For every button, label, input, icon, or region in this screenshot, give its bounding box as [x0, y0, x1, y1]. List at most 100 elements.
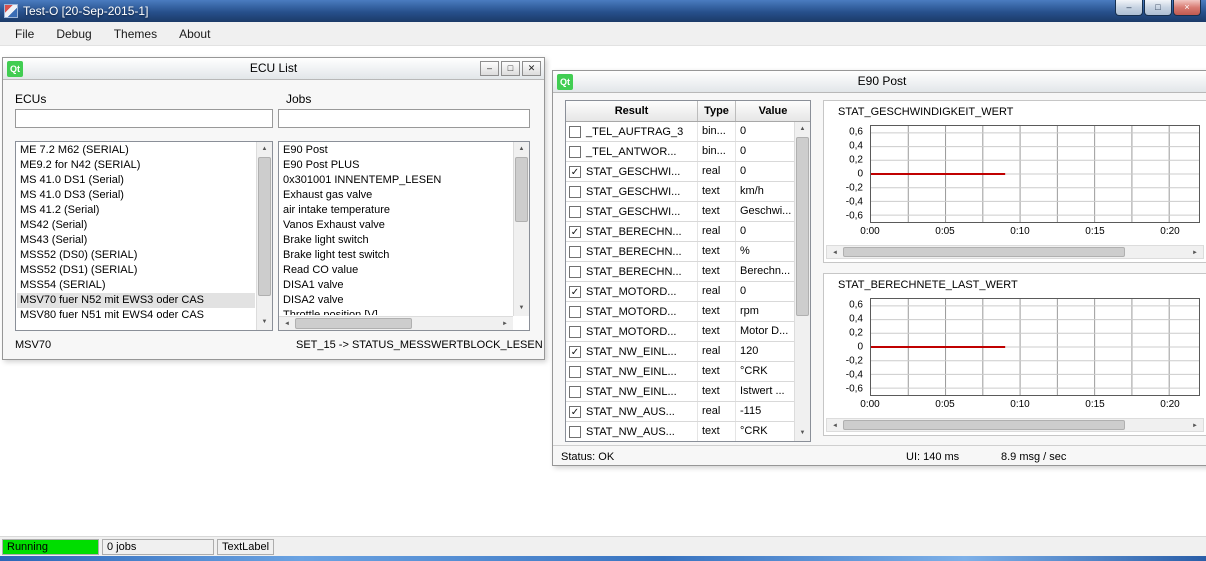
result-row[interactable]: STAT_NW_EINL...textIstwert ...: [566, 382, 794, 402]
result-row[interactable]: _TEL_ANTWOR...bin...0: [566, 142, 794, 162]
job-list-item[interactable]: DISA2 valve: [280, 293, 512, 308]
job-list-item[interactable]: Throttle position [V]: [280, 308, 512, 315]
scroll-track[interactable]: [514, 157, 529, 301]
ecu-list-item[interactable]: MSS52 (DS1) (SERIAL): [17, 263, 255, 278]
scroll-down-icon[interactable]: ▼: [514, 301, 529, 316]
ecu-list-item[interactable]: MS 41.2 (Serial): [17, 203, 255, 218]
maximize-button[interactable]: □: [1144, 0, 1172, 16]
ecu-minimize-button[interactable]: –: [480, 61, 499, 76]
job-list-item[interactable]: 0x301001 INNENTEMP_LESEN: [280, 173, 512, 188]
scroll-up-icon[interactable]: ▲: [514, 142, 529, 157]
scroll-up-icon[interactable]: ▲: [257, 142, 272, 157]
chart-hscrollbar[interactable]: ◄ ►: [826, 418, 1204, 432]
scroll-right-icon[interactable]: ►: [1187, 246, 1203, 260]
ecu-list-item[interactable]: MS42 (Serial): [17, 218, 255, 233]
job-list-item[interactable]: Vanos Exhaust valve: [280, 218, 512, 233]
scroll-left-icon[interactable]: ◄: [827, 246, 843, 260]
scroll-down-icon[interactable]: ▼: [257, 315, 272, 330]
scroll-thumb[interactable]: [295, 318, 412, 329]
header-result[interactable]: Result: [566, 101, 698, 121]
checkbox-checked[interactable]: ✓: [569, 406, 581, 418]
ecu-close-button[interactable]: ✕: [522, 61, 541, 76]
scroll-right-icon[interactable]: ►: [1187, 419, 1203, 433]
menu-item-file[interactable]: File: [4, 23, 45, 45]
ecu-window-titlebar[interactable]: Qt ECU List – □ ✕: [3, 58, 544, 80]
ecu-list-item[interactable]: ME9.2 for N42 (SERIAL): [17, 158, 255, 173]
scroll-thumb[interactable]: [843, 247, 1125, 257]
scroll-down-icon[interactable]: ▼: [795, 426, 810, 441]
menu-item-about[interactable]: About: [168, 23, 221, 45]
menu-item-debug[interactable]: Debug: [45, 23, 102, 45]
result-row[interactable]: STAT_GESCHWI...textkm/h: [566, 182, 794, 202]
checkbox-unchecked[interactable]: [569, 326, 581, 338]
checkbox-checked[interactable]: ✓: [569, 166, 581, 178]
scroll-track[interactable]: [843, 419, 1187, 431]
minimize-button[interactable]: –: [1115, 0, 1143, 16]
scroll-thumb[interactable]: [258, 157, 271, 296]
ecu-list-item[interactable]: MS43 (Serial): [17, 233, 255, 248]
result-row[interactable]: STAT_BERECHN...text%: [566, 242, 794, 262]
checkbox-unchecked[interactable]: [569, 266, 581, 278]
checkbox-unchecked[interactable]: [569, 386, 581, 398]
taskbar-strip[interactable]: [0, 556, 1206, 561]
checkbox-checked[interactable]: ✓: [569, 226, 581, 238]
result-row[interactable]: STAT_NW_EINL...text°CRK: [566, 362, 794, 382]
checkbox-unchecked[interactable]: [569, 426, 581, 438]
checkbox-checked[interactable]: ✓: [569, 286, 581, 298]
checkbox-unchecked[interactable]: [569, 126, 581, 138]
ecu-list-item[interactable]: MSS54 (SERIAL): [17, 278, 255, 293]
job-list-item[interactable]: DISA1 valve: [280, 278, 512, 293]
job-list-item[interactable]: Exhaust gas valve: [280, 188, 512, 203]
scroll-right-icon[interactable]: ►: [497, 317, 513, 331]
checkbox-unchecked[interactable]: [569, 206, 581, 218]
ecu-list-item[interactable]: MSV80 fuer N51 mit EWS4 oder CAS: [17, 308, 255, 323]
result-row[interactable]: ✓STAT_NW_EINL...real120: [566, 342, 794, 362]
job-list-item[interactable]: E90 Post PLUS: [280, 158, 512, 173]
scroll-track[interactable]: [843, 246, 1187, 258]
result-row[interactable]: _TEL_AUFTRAG_3bin...0: [566, 122, 794, 142]
ecu-filter-input[interactable]: [15, 109, 273, 128]
checkbox-checked[interactable]: ✓: [569, 346, 581, 358]
scroll-up-icon[interactable]: ▲: [795, 122, 810, 137]
header-value[interactable]: Value: [736, 101, 810, 121]
ecu-list-item[interactable]: MS 41.0 DS1 (Serial): [17, 173, 255, 188]
scroll-left-icon[interactable]: ◄: [279, 317, 295, 331]
job-filter-input[interactable]: [278, 109, 530, 128]
scroll-track[interactable]: [257, 157, 272, 315]
jobs-list-hscrollbar[interactable]: ◄ ►: [279, 316, 513, 330]
job-list-item[interactable]: E90 Post: [280, 143, 512, 158]
checkbox-unchecked[interactable]: [569, 306, 581, 318]
e90-window-titlebar[interactable]: Qt E90 Post: [553, 71, 1206, 93]
result-row[interactable]: STAT_MOTORD...textMotor D...: [566, 322, 794, 342]
checkbox-unchecked[interactable]: [569, 146, 581, 158]
checkbox-unchecked[interactable]: [569, 246, 581, 258]
checkbox-unchecked[interactable]: [569, 186, 581, 198]
result-row[interactable]: ✓STAT_GESCHWI...real0: [566, 162, 794, 182]
result-row[interactable]: STAT_GESCHWI...textGeschwi...: [566, 202, 794, 222]
result-row[interactable]: ✓STAT_MOTORD...real0: [566, 282, 794, 302]
ecu-list-item[interactable]: MSS52 (DS0) (SERIAL): [17, 248, 255, 263]
ecu-maximize-button[interactable]: □: [501, 61, 520, 76]
titlebar[interactable]: Test-O [20-Sep-2015-1] – □ ×: [0, 0, 1206, 22]
ecu-list-item[interactable]: MS 41.0 DS3 (Serial): [17, 188, 255, 203]
result-row[interactable]: STAT_MOTORD...textrpm: [566, 302, 794, 322]
scroll-left-icon[interactable]: ◄: [827, 419, 843, 433]
scroll-thumb[interactable]: [796, 137, 809, 316]
result-row[interactable]: STAT_NW_AUS...text°CRK: [566, 422, 794, 441]
scroll-track[interactable]: [295, 317, 497, 330]
header-type[interactable]: Type: [698, 101, 736, 121]
ecu-list-vscrollbar[interactable]: ▲ ▼: [256, 142, 272, 330]
result-row[interactable]: ✓STAT_NW_AUS...real-115: [566, 402, 794, 422]
close-button[interactable]: ×: [1173, 0, 1201, 16]
scroll-thumb[interactable]: [843, 420, 1125, 430]
result-row[interactable]: STAT_BERECHN...textBerechn...: [566, 262, 794, 282]
menu-item-themes[interactable]: Themes: [103, 23, 168, 45]
chart-hscrollbar[interactable]: ◄ ►: [826, 245, 1204, 259]
ecu-list-item[interactable]: ME 7.2 M62 (SERIAL): [17, 143, 255, 158]
jobs-list-vscrollbar[interactable]: ▲ ▼: [513, 142, 529, 316]
job-list-item[interactable]: Brake light test switch: [280, 248, 512, 263]
scroll-thumb[interactable]: [515, 157, 528, 222]
job-list-item[interactable]: air intake temperature: [280, 203, 512, 218]
ecu-list-item[interactable]: MSV70 fuer N52 mit EWS3 oder CAS: [17, 293, 255, 308]
checkbox-unchecked[interactable]: [569, 366, 581, 378]
